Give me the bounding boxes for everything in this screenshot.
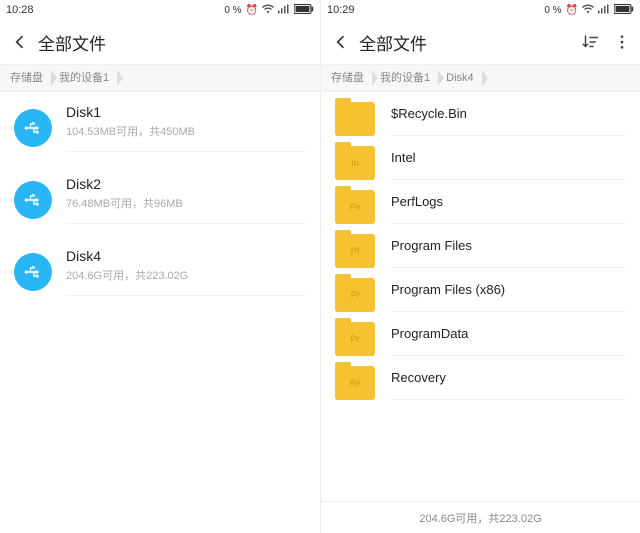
breadcrumb-item[interactable]: 存储盘 [325, 68, 374, 88]
folder-icon: Pr [335, 322, 375, 356]
folder-name: PerfLogs [391, 194, 626, 209]
battery-icon [294, 4, 314, 17]
folder-short: In [351, 158, 359, 168]
usb-icon [14, 253, 52, 291]
disk-item[interactable]: Disk1 104.53MB可用，共450MB [0, 92, 320, 164]
folder-item[interactable]: $Recycle.Bin [321, 92, 640, 136]
folder-icon: Pe [335, 190, 375, 224]
wifi-icon [582, 4, 594, 17]
folder-list: $Recycle.Bin In Intel Pe PerfLogs Pf Program F… [321, 92, 640, 501]
header: 全部文件 [321, 20, 640, 64]
battery-pct: 0 % [544, 5, 561, 16]
status-time: 10:28 [6, 4, 34, 16]
alarm-icon: ⏰ [246, 5, 258, 16]
battery-pct: 0 % [224, 5, 241, 16]
disk-name: Disk4 [66, 248, 306, 264]
folder-icon: Re [335, 366, 375, 400]
sort-icon[interactable] [580, 32, 600, 52]
breadcrumb-item[interactable]: 存储盘 [4, 68, 53, 88]
header: 全部文件 [0, 20, 320, 64]
folder-icon: In [335, 146, 375, 180]
pane-disk-list: 10:28 0 % ⏰ 全部文件 存储盘我的设备1 Disk1 [0, 0, 320, 533]
disk-name: Disk2 [66, 176, 306, 192]
disk-subtitle: 204.6G可用，共223.02G [66, 267, 306, 283]
status-time: 10:29 [327, 4, 355, 16]
folder-name: ProgramData [391, 326, 626, 341]
signal-icon [598, 4, 610, 17]
breadcrumb-item[interactable]: 我的设备1 [53, 68, 119, 88]
disk-item[interactable]: Disk4 204.6G可用，共223.02G [0, 236, 320, 308]
disk-subtitle: 76.48MB可用，共96MB [66, 195, 306, 211]
folder-name: Intel [391, 150, 626, 165]
folder-item[interactable]: Pr ProgramData [321, 312, 640, 356]
folder-short: Pf [351, 290, 360, 300]
usb-icon [14, 109, 52, 147]
battery-icon [614, 4, 634, 17]
back-icon[interactable] [8, 30, 32, 54]
pane-folder-list: 10:29 0 % ⏰ 全部文件 [320, 0, 640, 533]
folder-name: Program Files [391, 238, 626, 253]
folder-icon: Pf [335, 278, 375, 312]
disk-subtitle: 104.53MB可用，共450MB [66, 123, 306, 139]
page-title: 全部文件 [359, 30, 580, 55]
folder-item[interactable]: Pf Program Files (x86) [321, 268, 640, 312]
wifi-icon [262, 4, 274, 17]
breadcrumb: 存储盘我的设备1 [0, 64, 320, 92]
more-icon[interactable] [612, 32, 632, 52]
back-icon[interactable] [329, 30, 353, 54]
breadcrumb-item[interactable]: 我的设备1 [374, 68, 440, 88]
status-icons: 0 % ⏰ [224, 4, 314, 17]
page-title: 全部文件 [38, 30, 312, 55]
status-bar: 10:29 0 % ⏰ [321, 0, 640, 20]
folder-name: Recovery [391, 370, 626, 385]
usb-icon [14, 181, 52, 219]
folder-name: $Recycle.Bin [391, 106, 626, 121]
folder-item[interactable]: In Intel [321, 136, 640, 180]
folder-short: Pr [351, 334, 360, 344]
folder-short: Pf [351, 246, 360, 256]
status-icons: 0 % ⏰ [544, 4, 634, 17]
signal-icon [278, 4, 290, 17]
disk-list: Disk1 104.53MB可用，共450MB Disk2 76.48MB可用，共96… [0, 92, 320, 533]
alarm-icon: ⏰ [566, 5, 578, 16]
breadcrumb-item[interactable]: Disk4 [440, 68, 484, 88]
folder-short: Re [349, 378, 361, 388]
folder-item[interactable]: Pf Program Files [321, 224, 640, 268]
folder-short: Pe [349, 202, 360, 212]
status-bar: 10:28 0 % ⏰ [0, 0, 320, 20]
folder-icon [335, 102, 375, 136]
folder-item[interactable]: Pe PerfLogs [321, 180, 640, 224]
folder-icon: Pf [335, 234, 375, 268]
folder-item[interactable]: Re Recovery [321, 356, 640, 400]
folder-name: Program Files (x86) [391, 282, 626, 297]
storage-summary: 204.6G可用，共223.02G [321, 501, 640, 533]
breadcrumb: 存储盘我的设备1Disk4 [321, 64, 640, 92]
disk-item[interactable]: Disk2 76.48MB可用，共96MB [0, 164, 320, 236]
disk-name: Disk1 [66, 104, 306, 120]
